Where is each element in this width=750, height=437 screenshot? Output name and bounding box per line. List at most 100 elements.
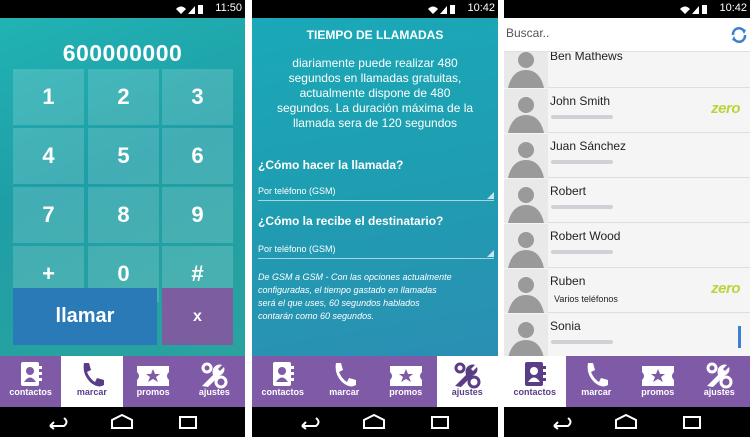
how-received-value: Por teléfono (GSM) (258, 244, 336, 254)
contacts-book-icon (20, 362, 42, 386)
key-3[interactable]: 3 (162, 69, 233, 125)
tab-marcar[interactable]: marcar (566, 356, 628, 407)
status-bar: 10:42 (252, 0, 498, 18)
avatar-placeholder-icon (504, 269, 548, 313)
phone-number-placeholder (551, 115, 613, 119)
wifi-signal-battery-icon (176, 5, 203, 14)
phone-handset-icon (587, 363, 609, 387)
contact-name: Ruben (550, 274, 586, 288)
status-time: 11:50 (215, 2, 242, 14)
phone-handset-icon (83, 363, 104, 387)
contact-name: Juan Sánchez (550, 139, 627, 153)
call-button[interactable]: llamar (13, 288, 157, 345)
how-received-select[interactable]: Por teléfono (GSM) (258, 241, 494, 259)
how-to-call-label: ¿Cómo hacer la llamada? (258, 158, 404, 172)
home-icon[interactable] (360, 414, 388, 430)
ticket-star-icon (641, 366, 674, 386)
tab-label: promos (136, 387, 170, 397)
tab-marcar[interactable]: marcar (314, 356, 376, 407)
ticket-star-icon (137, 366, 170, 386)
wifi-signal-battery-icon (428, 5, 455, 14)
key-6[interactable]: 6 (162, 128, 233, 184)
status-bar: 11:50 (0, 0, 245, 18)
key-1[interactable]: 1 (13, 69, 84, 125)
back-icon[interactable] (546, 414, 574, 430)
tab-label: promos (389, 387, 423, 397)
tab-label: marcar (581, 387, 612, 397)
call-time-screen: 10:42 TIEMPO DE LLAMADAS diariamente pue… (252, 0, 498, 437)
note-line: configuradas, el tiempo gastado en llama… (258, 285, 437, 295)
scrollbar[interactable] (738, 326, 741, 348)
contact-name: Ben Mathews (550, 52, 623, 63)
contacts-book-icon (524, 362, 546, 386)
tab-promos[interactable]: promos (123, 356, 184, 407)
back-icon[interactable] (42, 414, 70, 430)
contact-row[interactable]: Robert (504, 179, 750, 223)
phone-number-placeholder (551, 340, 613, 344)
search-input[interactable]: Buscar.. (506, 26, 549, 40)
key-7[interactable]: 7 (13, 187, 84, 243)
bottom-navigation: contactos marcar promos ajustes (252, 356, 498, 407)
avatar-placeholder-icon (504, 52, 548, 88)
contact-row[interactable]: John Smith zero (504, 89, 750, 133)
home-icon[interactable] (612, 414, 640, 430)
tab-promos[interactable]: promos (627, 356, 689, 407)
avatar-placeholder-icon (504, 224, 548, 268)
how-to-call-select[interactable]: Por teléfono (GSM) (258, 183, 494, 201)
description-line: segundos. La duración máxima de la (276, 101, 474, 115)
tab-contactos[interactable]: contactos (0, 356, 61, 407)
allowance-description: diariamente puede realizar 480 segundos … (258, 56, 492, 131)
contact-name: John Smith (550, 94, 611, 108)
recents-icon[interactable] (426, 414, 454, 430)
dialer-screen: 11:50 600000000 1 2 3 4 5 6 7 8 9 + 0 # … (0, 0, 245, 437)
dialed-number: 600000000 (62, 40, 183, 66)
tab-contactos[interactable]: contactos (252, 356, 314, 407)
tab-ajustes[interactable]: ajustes (436, 356, 498, 407)
tab-ajustes[interactable]: ajustes (689, 356, 750, 407)
how-received-label: ¿Cómo la recibe el destinatario? (258, 214, 444, 228)
tab-contactos[interactable]: contactos (504, 356, 566, 407)
search-bar: Buscar.. (504, 18, 750, 52)
status-time: 10:42 (719, 2, 747, 14)
dropdown-arrow-icon (487, 250, 494, 257)
tab-label: promos (641, 387, 675, 397)
description-line: segundos en llamadas gratuitas, (288, 71, 462, 85)
contact-subtitle: Varios teléfonos (554, 294, 618, 304)
contact-row[interactable]: Sonia (504, 314, 750, 356)
phone-number-placeholder (551, 160, 613, 164)
contact-row[interactable]: Robert Wood (504, 224, 750, 268)
phone-number-placeholder (551, 205, 613, 209)
zero-badge: zero (711, 280, 740, 297)
tab-label: contactos (261, 387, 304, 397)
recents-icon[interactable] (678, 414, 706, 430)
back-icon[interactable] (294, 414, 322, 430)
contact-row[interactable]: Ben Mathews (504, 52, 750, 88)
wrench-gear-icon (454, 362, 481, 389)
contact-list: Ben Mathews John Smith zero Juan Sánchez… (504, 52, 750, 356)
note-line: De GSM a GSM - Con las opciones actualme… (258, 272, 452, 282)
key-8[interactable]: 8 (88, 187, 159, 243)
system-navbar (252, 407, 498, 437)
how-to-call-value: Por teléfono (GSM) (258, 186, 336, 196)
status-time: 10:42 (467, 2, 495, 14)
tab-marcar[interactable]: marcar (61, 356, 123, 407)
delete-button[interactable]: x (162, 288, 233, 345)
key-2[interactable]: 2 (88, 69, 159, 125)
description-line: llamada sera de 120 segundos (292, 116, 458, 130)
key-9[interactable]: 9 (162, 187, 233, 243)
contact-name: Robert (550, 184, 587, 198)
tab-promos[interactable]: promos (375, 356, 437, 407)
recents-icon[interactable] (174, 414, 202, 430)
home-icon[interactable] (108, 414, 136, 430)
contact-row[interactable]: Juan Sánchez (504, 134, 750, 178)
contact-row[interactable]: Ruben Varios teléfonos zero (504, 269, 750, 313)
contact-name: Robert Wood (550, 229, 621, 243)
sync-icon[interactable] (730, 26, 748, 44)
key-5[interactable]: 5 (88, 128, 159, 184)
tab-ajustes[interactable]: ajustes (184, 356, 245, 407)
call-time-panel: TIEMPO DE LLAMADAS diariamente puede rea… (252, 18, 498, 356)
wifi-signal-battery-icon (680, 5, 707, 14)
note-line: será el que uses, 60 segundos hablados (258, 298, 420, 308)
key-4[interactable]: 4 (13, 128, 84, 184)
system-navbar (0, 407, 245, 437)
